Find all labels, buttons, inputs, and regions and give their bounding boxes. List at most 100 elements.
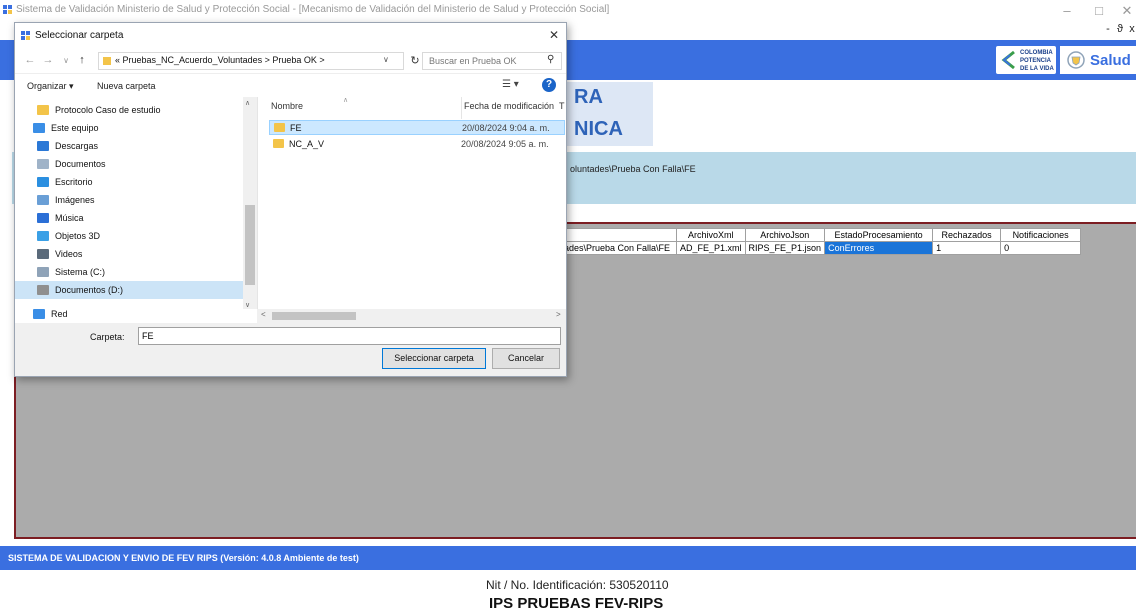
folder-label: Carpeta: xyxy=(90,332,125,342)
dialog-titlebar: Seleccionar carpeta ✕ xyxy=(15,23,566,49)
mdi-close-button[interactable]: x xyxy=(1126,23,1136,35)
help-icon[interactable]: ? xyxy=(542,78,556,92)
folder-name-value: FE xyxy=(142,331,154,341)
scroll-left-icon[interactable]: < xyxy=(261,310,266,319)
grid-header-estado[interactable]: EstadoProcesamiento xyxy=(824,228,934,242)
search-placeholder: Buscar en Prueba OK xyxy=(429,56,517,66)
mdi-restore-button[interactable]: ϑ xyxy=(1114,23,1126,35)
breadcrumb[interactable]: « Pruebas_NC_Acuerdo_Voluntades > Prueba… xyxy=(115,55,325,65)
nav-item-2[interactable]: Descargas xyxy=(15,137,243,155)
nav-item-label: Música xyxy=(55,213,84,223)
list-item[interactable]: FE 20/08/2024 9:04 a. m. xyxy=(269,120,565,135)
sort-up-icon: ∧ xyxy=(343,97,349,104)
dialog-app-icon xyxy=(21,31,30,40)
grid-cell-rechazados[interactable]: 1 xyxy=(932,241,1002,255)
grid-header-path[interactable] xyxy=(560,228,677,242)
search-input[interactable]: Buscar en Prueba OK ⚲ xyxy=(422,52,562,70)
nav-item-10[interactable]: Documentos (D:) xyxy=(15,281,243,299)
selected-path-text: oluntades\Prueba Con Falla\FE xyxy=(570,164,696,174)
nav-item-label: Red xyxy=(51,309,68,319)
nav-item-1[interactable]: Este equipo xyxy=(15,119,243,137)
list-item[interactable]: NC_A_V 20/08/2024 9:05 a. m. xyxy=(269,137,565,152)
scroll-up-icon[interactable]: ∧ xyxy=(245,99,250,107)
nav-item-5[interactable]: Imágenes xyxy=(15,191,243,209)
desktop-icon xyxy=(37,177,49,187)
nav-item-label: Videos xyxy=(55,249,83,259)
table-row[interactable]: ades\Prueba Con Falla\FE AD_FE_P1.xml RI… xyxy=(560,241,1082,255)
heading-line-1: RA xyxy=(574,86,603,108)
folder-icon xyxy=(274,123,285,132)
grid-cell-xml[interactable]: AD_FE_P1.xml xyxy=(676,241,746,255)
grid-header-notificaciones[interactable]: Notificaciones xyxy=(1000,228,1082,242)
network-icon xyxy=(33,309,45,319)
dialog-title: Seleccionar carpeta xyxy=(35,30,124,41)
nav-item-label: Imágenes xyxy=(55,195,95,205)
nav-item-3[interactable]: Documentos xyxy=(15,155,243,173)
ips-name: IPS PRUEBAS FEV-RIPS xyxy=(489,595,664,612)
heading-line-2: NICA xyxy=(574,118,623,140)
videos-icon xyxy=(37,249,49,259)
select-folder-dialog: Seleccionar carpeta ✕ ← → ∨ ↑ « Pruebas_… xyxy=(14,22,567,377)
address-bar[interactable]: « Pruebas_NC_Acuerdo_Voluntades > Prueba… xyxy=(98,52,404,70)
grid-cell-estado[interactable]: ConErrores xyxy=(824,241,934,255)
view-options-icon[interactable]: ☰ ▾ xyxy=(502,79,519,90)
footer-version-text: SISTEMA DE VALIDACION Y ENVIO DE FEV RIP… xyxy=(8,553,359,563)
pictures-icon xyxy=(37,195,49,205)
column-header-type[interactable]: T xyxy=(559,101,565,111)
cancel-button[interactable]: Cancelar xyxy=(492,348,560,369)
drive-icon xyxy=(37,267,49,277)
grid-header-rechazados[interactable]: Rechazados xyxy=(932,228,1002,242)
history-chevron-icon[interactable]: ∨ xyxy=(59,56,73,65)
column-header-date[interactable]: Fecha de modificación xyxy=(464,101,554,111)
maximize-button[interactable]: □ xyxy=(1084,2,1114,20)
file-hscrollbar-thumb[interactable] xyxy=(272,312,356,320)
mdi-minimize-button[interactable]: - xyxy=(1102,23,1114,35)
logo-text: COLOMBIA POTENCIA DE LA VIDA xyxy=(1020,50,1054,72)
nav-item-4[interactable]: Escritorio xyxy=(15,173,243,191)
nav-item-9[interactable]: Sistema (C:) xyxy=(15,263,243,281)
computer-icon xyxy=(33,123,45,133)
nav-item-label: Documentos xyxy=(55,159,106,169)
grid-header-row: ArchivoXml ArchivoJson EstadoProcesamien… xyxy=(560,228,1082,242)
scroll-right-icon[interactable]: > xyxy=(556,310,561,319)
grid-cell-path[interactable]: ades\Prueba Con Falla\FE xyxy=(560,241,677,255)
back-arrow-icon[interactable]: ← xyxy=(23,54,37,66)
nav-item-label: Sistema (C:) xyxy=(55,267,106,277)
scroll-down-icon[interactable]: ∨ xyxy=(245,301,250,309)
nav-scrollbar-thumb[interactable] xyxy=(245,205,255,285)
nit-text: Nit / No. Identificación: 530520110 xyxy=(486,578,669,592)
grid-header-archivojson[interactable]: ArchivoJson xyxy=(744,228,826,242)
forward-arrow-icon[interactable]: → xyxy=(41,54,55,66)
drive-icon xyxy=(37,285,49,295)
grid-cell-notificaciones[interactable]: 0 xyxy=(1000,241,1082,255)
objects3d-icon xyxy=(37,231,49,241)
documents-icon xyxy=(37,159,49,169)
column-header-name[interactable]: Nombre xyxy=(271,101,303,111)
organize-button[interactable]: Organizar ▾ xyxy=(27,81,74,92)
grid-header-archivoxml[interactable]: ArchivoXml xyxy=(676,228,746,242)
address-dropdown-icon[interactable]: ∨ xyxy=(383,55,389,64)
grid-cell-json[interactable]: RIPS_FE_P1.json xyxy=(744,241,826,255)
select-folder-button[interactable]: Seleccionar carpeta xyxy=(382,348,486,369)
nav-item-label: Objetos 3D xyxy=(55,231,101,241)
folder-icon xyxy=(273,139,284,148)
nav-item-6[interactable]: Música xyxy=(15,209,243,227)
downloads-icon xyxy=(37,141,49,151)
nav-item-8[interactable]: Videos xyxy=(15,245,243,263)
new-folder-button[interactable]: Nueva carpeta xyxy=(97,81,156,91)
app-icon xyxy=(3,5,12,14)
nav-item-11[interactable]: Red xyxy=(15,305,243,323)
close-button[interactable]: ✕ xyxy=(1112,2,1136,20)
refresh-icon[interactable]: ↻ xyxy=(408,52,422,70)
nav-item-label: Descargas xyxy=(55,141,99,151)
folder-name-input[interactable]: FE xyxy=(138,327,561,345)
nav-item-7[interactable]: Objetos 3D xyxy=(15,227,243,245)
dialog-close-button[interactable]: ✕ xyxy=(546,27,562,43)
column-separator[interactable] xyxy=(461,97,462,119)
minimize-button[interactable]: – xyxy=(1052,2,1082,20)
colombia-logo: COLOMBIA POTENCIA DE LA VIDA xyxy=(996,46,1056,74)
up-arrow-icon[interactable]: ↑ xyxy=(75,54,89,66)
folder-icon xyxy=(103,57,111,65)
nav-item-0[interactable]: Protocolo Caso de estudio xyxy=(15,101,243,119)
main-titlebar: Sistema de Validación Ministerio de Salu… xyxy=(0,0,1136,22)
